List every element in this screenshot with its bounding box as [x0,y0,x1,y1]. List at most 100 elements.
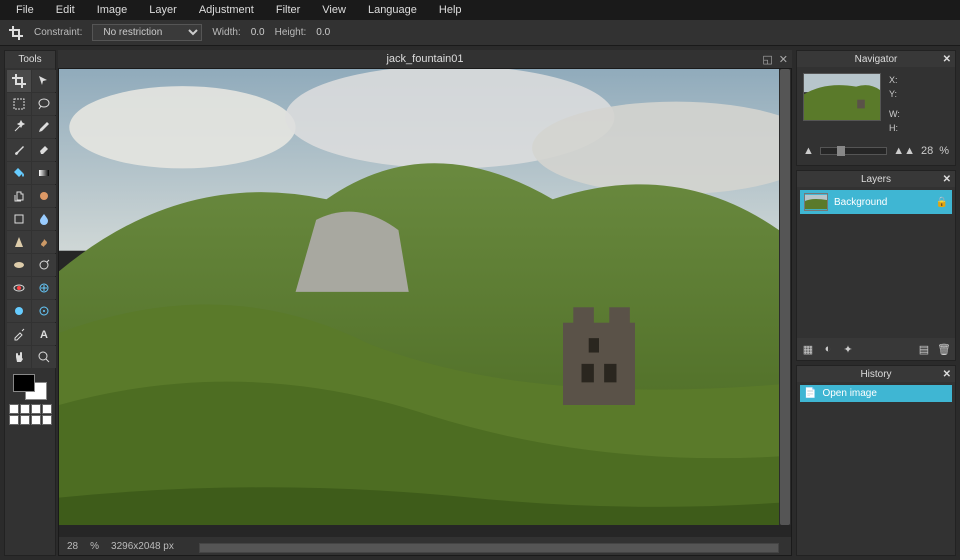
menu-layer[interactable]: Layer [139,1,187,19]
crop-tool-icon [8,25,24,41]
swatch-white[interactable] [42,404,52,414]
menu-help[interactable]: Help [429,1,472,19]
redeye-tool[interactable] [7,277,31,299]
pencil-tool[interactable] [32,116,56,138]
layer-settings-icon[interactable]: ▦ [801,342,815,356]
status-bar: 28 % 3296x2048 px [59,537,791,555]
swatch-white[interactable] [31,415,41,425]
open-image-icon: 📄 [804,388,816,399]
navigator-thumbnail[interactable] [803,73,881,121]
image-dimensions: 3296x2048 px [111,541,174,552]
colorpicker-tool[interactable] [7,323,31,345]
layer-row[interactable]: Background 🔒 [800,190,952,214]
layers-panel: Layers ✕ Background 🔒 ▦ ◐ ✦ ▤ 🗑 [796,170,956,361]
zoom-slider[interactable] [820,147,887,155]
move-tool[interactable] [32,70,56,92]
swatch-white[interactable] [31,404,41,414]
nav-w-label: W: [889,107,900,121]
document-title: jack_fountain01 [386,53,463,65]
zoom-out-icon[interactable]: ▲ [803,145,814,157]
brush-tool[interactable] [7,139,31,161]
foreground-color[interactable] [13,374,35,392]
swatch-white[interactable] [20,415,30,425]
menu-view[interactable]: View [312,1,356,19]
swatch-grid [9,404,52,425]
zoom-tool[interactable] [32,346,56,368]
hand-tool[interactable] [7,346,31,368]
nav-x-label: X: [889,73,900,87]
svg-text:A: A [40,329,48,341]
delete-layer-icon[interactable]: 🗑 [937,342,951,356]
close-icon[interactable]: ✕ [943,54,951,65]
pinch-tool[interactable] [32,300,56,322]
width-value: 0.0 [251,27,265,38]
height-label: Height: [275,27,307,38]
height-value: 0.0 [316,27,330,38]
history-panel: History ✕ 📄 Open image [796,365,956,556]
options-bar: Constraint: No restriction Width: 0.0 He… [0,20,960,46]
new-layer-icon[interactable]: ▤ [917,342,931,356]
spot-heal-tool[interactable] [32,277,56,299]
swatch-white[interactable] [42,415,52,425]
drawing-tool[interactable] [7,208,31,230]
canvas-image [59,69,779,525]
smudge-tool[interactable] [32,231,56,253]
tools-panel: Tools A [4,50,56,556]
history-item-name: Open image [822,388,876,399]
close-icon[interactable]: ✕ [779,53,788,66]
nav-y-label: Y: [889,87,900,101]
blur-tool[interactable] [32,208,56,230]
close-icon[interactable]: ✕ [943,369,951,380]
zoom-unit: % [90,541,99,552]
layers-title: Layers [861,174,891,185]
swatch-white[interactable] [9,415,19,425]
tools-title: Tools [5,51,55,68]
swatch-white[interactable] [9,404,19,414]
menu-filter[interactable]: Filter [266,1,310,19]
nav-h-label: H: [889,121,900,135]
sponge-tool[interactable] [7,254,31,276]
clone-tool[interactable] [7,185,31,207]
sharpen-tool[interactable] [7,231,31,253]
color-replace-tool[interactable] [32,185,56,207]
wand-tool[interactable] [7,116,31,138]
crop-tool[interactable] [7,70,31,92]
menu-language[interactable]: Language [358,1,427,19]
color-swatch[interactable] [13,374,47,400]
layer-name: Background [834,197,887,208]
marquee-tool[interactable] [7,93,31,115]
bucket-tool[interactable] [7,162,31,184]
lock-icon[interactable]: 🔒 [936,197,948,208]
zoom-value: 28 [67,541,78,552]
layer-mask-icon[interactable]: ◐ [821,342,835,356]
layer-thumbnail [804,193,828,211]
constraint-select[interactable]: No restriction [92,24,202,41]
menu-image[interactable]: Image [87,1,138,19]
history-title: History [860,369,891,380]
bloat-tool[interactable] [7,300,31,322]
lasso-tool[interactable] [32,93,56,115]
menu-file[interactable]: File [6,1,44,19]
type-tool[interactable]: A [32,323,56,345]
close-icon[interactable]: ✕ [943,174,951,185]
dodge-tool[interactable] [32,254,56,276]
document-titlebar: jack_fountain01 ◱ ✕ [58,50,792,68]
eraser-tool[interactable] [32,139,56,161]
detach-icon[interactable]: ◱ [762,53,772,66]
navigator-panel: Navigator✕ X: Y: W: H: ▲ ▲▲ 28 % [796,50,956,166]
menu-adjustment[interactable]: Adjustment [189,1,264,19]
layer-styles-icon[interactable]: ✦ [841,342,855,356]
nav-zoom-value: 28 [921,145,933,157]
menu-edit[interactable]: Edit [46,1,85,19]
constraint-label: Constraint: [34,27,82,38]
zoom-in-icon[interactable]: ▲▲ [893,145,915,157]
vertical-scrollbar[interactable] [779,69,791,525]
canvas-viewport[interactable]: 28 % 3296x2048 px [58,68,792,556]
gradient-tool[interactable] [32,162,56,184]
menubar: File Edit Image Layer Adjustment Filter … [0,0,960,20]
nav-zoom-unit: % [939,145,949,157]
width-label: Width: [212,27,240,38]
swatch-white[interactable] [20,404,30,414]
horizontal-scrollbar[interactable] [199,541,779,555]
history-row[interactable]: 📄 Open image [800,385,952,402]
